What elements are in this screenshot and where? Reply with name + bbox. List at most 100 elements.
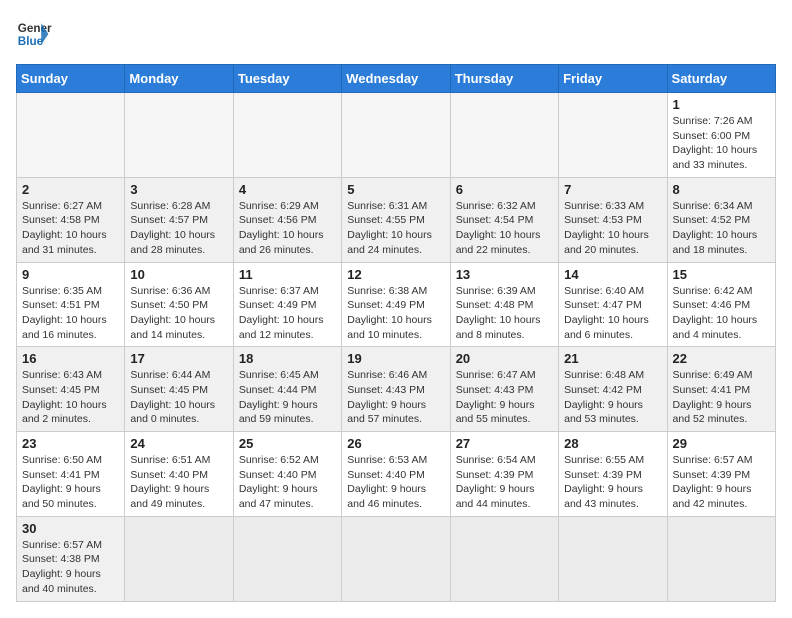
day-info: Sunrise: 6:32 AM Sunset: 4:54 PM Dayligh… [456, 199, 553, 258]
calendar-cell: 18 Sunrise: 6:45 AM Sunset: 4:44 PM Dayli… [233, 347, 341, 432]
day-number: 2 [22, 182, 119, 197]
calendar-cell: 13 Sunrise: 6:39 AM Sunset: 4:48 PM Dayli… [450, 262, 558, 347]
calendar-week-3: 9Sunrise: 6:35 AM Sunset: 4:51 PM Daylig… [17, 262, 776, 347]
day-info: Sunrise: 6:53 AM Sunset: 4:40 PM Dayligh… [347, 453, 444, 512]
day-number: 17 [130, 351, 227, 366]
calendar-cell [125, 516, 233, 601]
calendar-cell: 1Sunrise: 7:26 AM Sunset: 6:00 PM Daylig… [667, 93, 775, 178]
calendar-cell: 9Sunrise: 6:35 AM Sunset: 4:51 PM Daylig… [17, 262, 125, 347]
calendar-cell: 14Sunrise: 6:40 AM Sunset: 4:47 PM Dayli… [559, 262, 667, 347]
day-info: Sunrise: 6:49 AM Sunset: 4:41 PM Dayligh… [673, 368, 770, 427]
day-info: Sunrise: 6:40 AM Sunset: 4:47 PM Dayligh… [564, 284, 661, 343]
day-number: 20 [456, 351, 553, 366]
day-info: Sunrise: 6:37 AM Sunset: 4:49 PM Dayligh… [239, 284, 336, 343]
calendar-cell [125, 93, 233, 178]
day-info: Sunrise: 7:26 AM Sunset: 6:00 PM Dayligh… [673, 114, 770, 173]
day-info: Sunrise: 6:52 AM Sunset: 4:40 PM Dayligh… [239, 453, 336, 512]
day-info: Sunrise: 6:29 AM Sunset: 4:56 PM Dayligh… [239, 199, 336, 258]
day-info: Sunrise: 6:42 AM Sunset: 4:46 PM Dayligh… [673, 284, 770, 343]
calendar-week-6: 30 Sunrise: 6:57 AM Sunset: 4:38 PM Dayli… [17, 516, 776, 601]
calendar-cell [17, 93, 125, 178]
calendar-cell [342, 516, 450, 601]
calendar-table: SundayMondayTuesdayWednesdayThursdayFrid… [16, 64, 776, 602]
calendar-cell: 8 Sunrise: 6:34 AM Sunset: 4:52 PM Daylig… [667, 177, 775, 262]
calendar-cell: 2 Sunrise: 6:27 AM Sunset: 4:58 PM Daylig… [17, 177, 125, 262]
day-number: 26 [347, 436, 444, 451]
calendar-cell [233, 93, 341, 178]
calendar-cell: 12 Sunrise: 6:38 AM Sunset: 4:49 PM Dayli… [342, 262, 450, 347]
day-info: Sunrise: 6:34 AM Sunset: 4:52 PM Dayligh… [673, 199, 770, 258]
calendar-cell: 25Sunrise: 6:52 AM Sunset: 4:40 PM Dayli… [233, 432, 341, 517]
column-header-thursday: Thursday [450, 65, 558, 93]
calendar-cell [233, 516, 341, 601]
column-header-wednesday: Wednesday [342, 65, 450, 93]
calendar-week-2: 2 Sunrise: 6:27 AM Sunset: 4:58 PM Daylig… [17, 177, 776, 262]
svg-text:Blue: Blue [18, 35, 44, 48]
day-info: Sunrise: 6:33 AM Sunset: 4:53 PM Dayligh… [564, 199, 661, 258]
calendar-cell: 16 Sunrise: 6:43 AM Sunset: 4:45 PM Dayli… [17, 347, 125, 432]
calendar-cell: 10 Sunrise: 6:36 AM Sunset: 4:50 PM Dayli… [125, 262, 233, 347]
day-info: Sunrise: 6:28 AM Sunset: 4:57 PM Dayligh… [130, 199, 227, 258]
day-number: 13 [456, 267, 553, 282]
logo-icon: General Blue [16, 16, 52, 52]
day-info: Sunrise: 6:43 AM Sunset: 4:45 PM Dayligh… [22, 368, 119, 427]
day-number: 22 [673, 351, 770, 366]
day-number: 11 [239, 267, 336, 282]
calendar-cell: 6 Sunrise: 6:32 AM Sunset: 4:54 PM Daylig… [450, 177, 558, 262]
day-number: 8 [673, 182, 770, 197]
calendar-cell: 7 Sunrise: 6:33 AM Sunset: 4:53 PM Daylig… [559, 177, 667, 262]
column-header-monday: Monday [125, 65, 233, 93]
day-number: 24 [130, 436, 227, 451]
day-info: Sunrise: 6:57 AM Sunset: 4:39 PM Dayligh… [673, 453, 770, 512]
day-number: 27 [456, 436, 553, 451]
day-info: Sunrise: 6:27 AM Sunset: 4:58 PM Dayligh… [22, 199, 119, 258]
day-info: Sunrise: 6:55 AM Sunset: 4:39 PM Dayligh… [564, 453, 661, 512]
calendar-cell: 24 Sunrise: 6:51 AM Sunset: 4:40 PM Dayli… [125, 432, 233, 517]
day-number: 23 [22, 436, 119, 451]
day-info: Sunrise: 6:54 AM Sunset: 4:39 PM Dayligh… [456, 453, 553, 512]
calendar-cell [450, 516, 558, 601]
day-number: 18 [239, 351, 336, 366]
day-number: 4 [239, 182, 336, 197]
day-number: 7 [564, 182, 661, 197]
day-number: 10 [130, 267, 227, 282]
calendar-week-1: 1Sunrise: 7:26 AM Sunset: 6:00 PM Daylig… [17, 93, 776, 178]
day-number: 12 [347, 267, 444, 282]
calendar-cell: 5Sunrise: 6:31 AM Sunset: 4:55 PM Daylig… [342, 177, 450, 262]
day-info: Sunrise: 6:39 AM Sunset: 4:48 PM Dayligh… [456, 284, 553, 343]
day-number: 21 [564, 351, 661, 366]
day-info: Sunrise: 6:36 AM Sunset: 4:50 PM Dayligh… [130, 284, 227, 343]
day-number: 6 [456, 182, 553, 197]
calendar-week-5: 23 Sunrise: 6:50 AM Sunset: 4:41 PM Dayli… [17, 432, 776, 517]
day-info: Sunrise: 6:51 AM Sunset: 4:40 PM Dayligh… [130, 453, 227, 512]
day-info: Sunrise: 6:50 AM Sunset: 4:41 PM Dayligh… [22, 453, 119, 512]
day-info: Sunrise: 6:35 AM Sunset: 4:51 PM Dayligh… [22, 284, 119, 343]
logo: General Blue [16, 16, 52, 52]
calendar-cell: 3 Sunrise: 6:28 AM Sunset: 4:57 PM Daylig… [125, 177, 233, 262]
day-number: 3 [130, 182, 227, 197]
day-info: Sunrise: 6:57 AM Sunset: 4:38 PM Dayligh… [22, 538, 119, 597]
calendar-cell [342, 93, 450, 178]
calendar-cell: 17 Sunrise: 6:44 AM Sunset: 4:45 PM Dayli… [125, 347, 233, 432]
calendar-cell: 19 Sunrise: 6:46 AM Sunset: 4:43 PM Dayli… [342, 347, 450, 432]
day-number: 5 [347, 182, 444, 197]
day-info: Sunrise: 6:46 AM Sunset: 4:43 PM Dayligh… [347, 368, 444, 427]
day-number: 15 [673, 267, 770, 282]
day-number: 19 [347, 351, 444, 366]
calendar-cell [559, 93, 667, 178]
calendar-cell: 11 Sunrise: 6:37 AM Sunset: 4:49 PM Dayli… [233, 262, 341, 347]
calendar-cell: 23 Sunrise: 6:50 AM Sunset: 4:41 PM Dayli… [17, 432, 125, 517]
day-number: 16 [22, 351, 119, 366]
calendar-week-4: 16 Sunrise: 6:43 AM Sunset: 4:45 PM Dayli… [17, 347, 776, 432]
day-info: Sunrise: 6:38 AM Sunset: 4:49 PM Dayligh… [347, 284, 444, 343]
calendar-cell: 22 Sunrise: 6:49 AM Sunset: 4:41 PM Dayli… [667, 347, 775, 432]
day-info: Sunrise: 6:44 AM Sunset: 4:45 PM Dayligh… [130, 368, 227, 427]
calendar-cell: 27 Sunrise: 6:54 AM Sunset: 4:39 PM Dayli… [450, 432, 558, 517]
day-number: 29 [673, 436, 770, 451]
day-info: Sunrise: 6:48 AM Sunset: 4:42 PM Dayligh… [564, 368, 661, 427]
day-info: Sunrise: 6:45 AM Sunset: 4:44 PM Dayligh… [239, 368, 336, 427]
column-header-tuesday: Tuesday [233, 65, 341, 93]
calendar-cell: 30 Sunrise: 6:57 AM Sunset: 4:38 PM Dayli… [17, 516, 125, 601]
day-number: 30 [22, 521, 119, 536]
calendar-cell: 21 Sunrise: 6:48 AM Sunset: 4:42 PM Dayli… [559, 347, 667, 432]
